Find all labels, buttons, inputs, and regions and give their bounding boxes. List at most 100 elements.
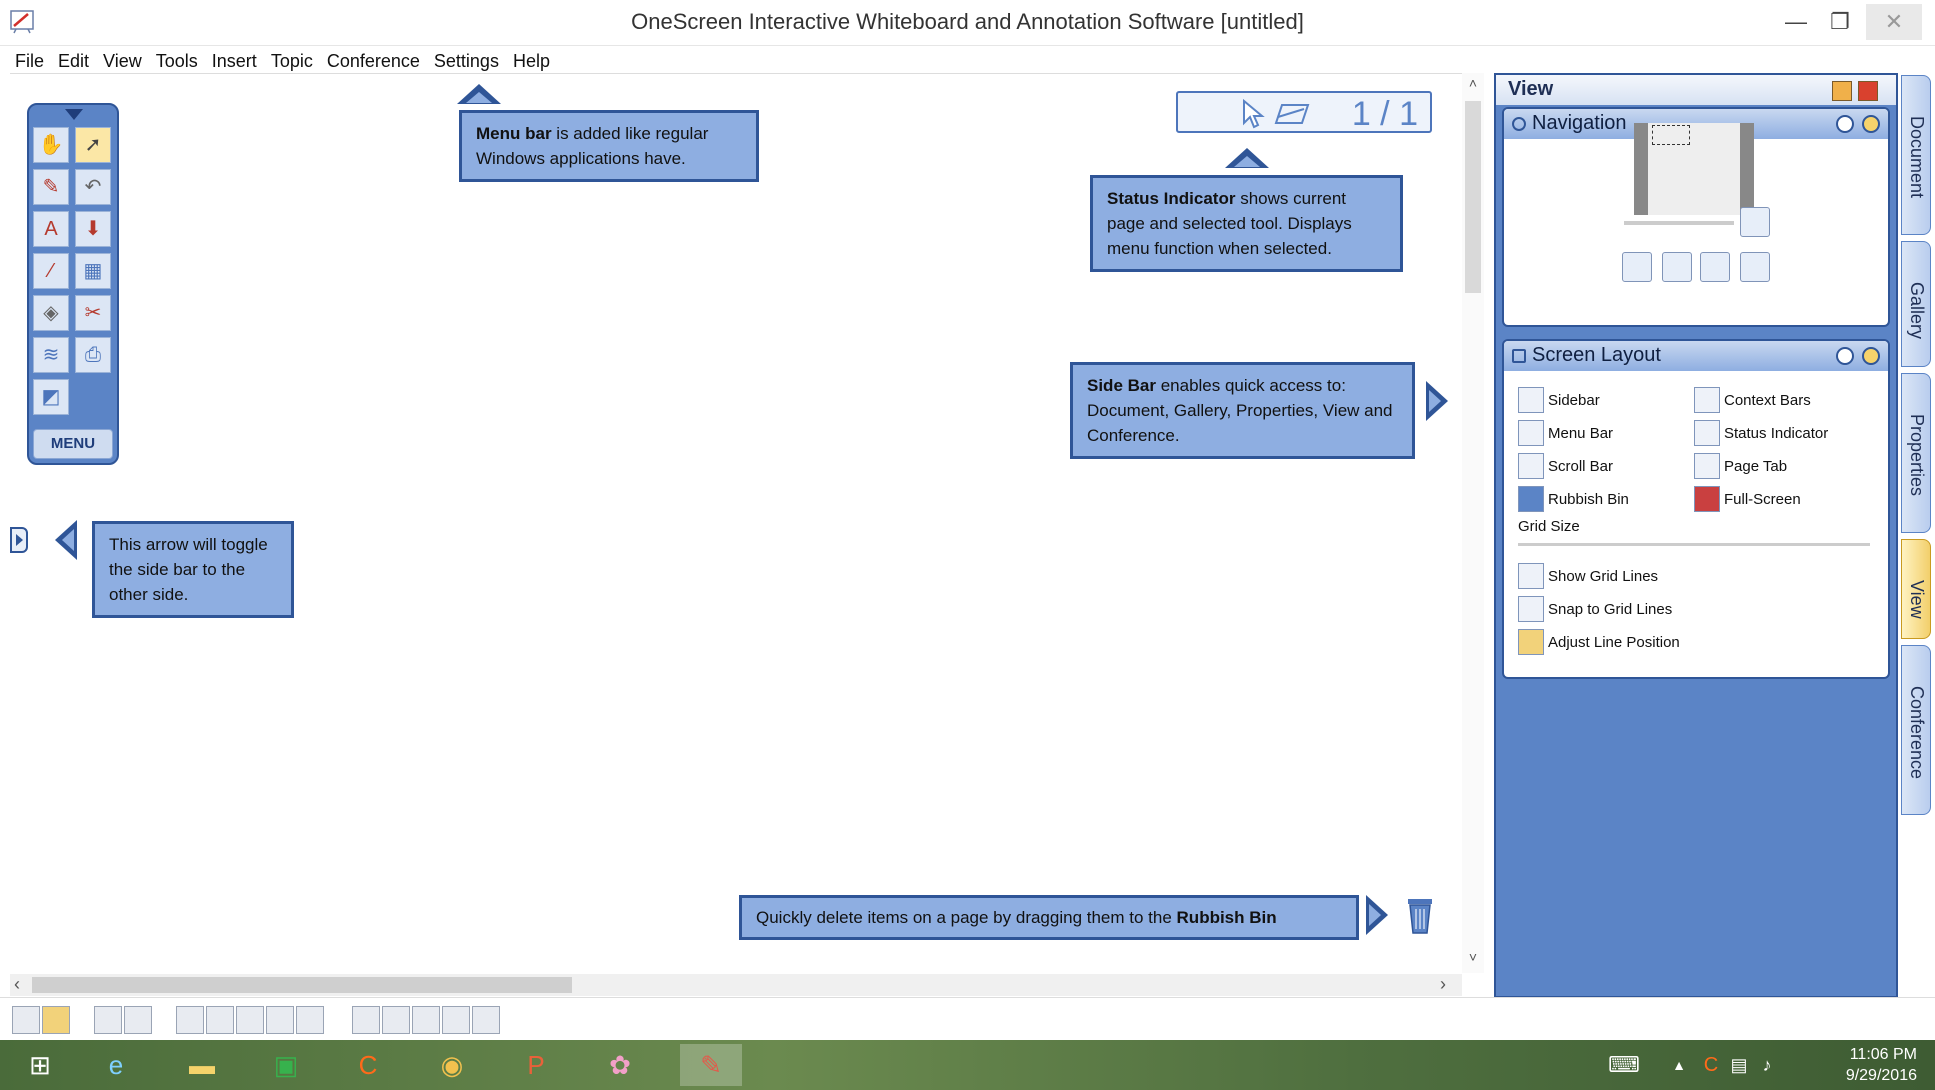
menu-settings[interactable]: Settings <box>427 51 506 72</box>
scroll-left-icon[interactable]: ‹ <box>14 974 20 995</box>
new-page-icon[interactable] <box>12 1006 40 1034</box>
option-menu-bar[interactable]: Menu Bar <box>1518 420 1613 446</box>
orange-app-icon[interactable]: C <box>344 1044 392 1086</box>
pin-icon[interactable] <box>1832 81 1852 101</box>
vertical-scroll-thumb[interactable] <box>1465 101 1481 293</box>
tab-gallery[interactable]: Gallery <box>1901 241 1931 367</box>
ungroup-icon[interactable] <box>382 1006 410 1034</box>
group-icon[interactable] <box>352 1006 380 1034</box>
tab-view[interactable]: View <box>1901 539 1931 639</box>
layers-icon[interactable]: ≋ <box>33 337 69 373</box>
tab-properties[interactable]: Properties <box>1901 373 1931 533</box>
network-icon[interactable]: ▤ <box>1726 1044 1752 1086</box>
screen-layout-header[interactable]: Screen Layout <box>1504 341 1888 371</box>
menu-edit[interactable]: Edit <box>51 51 96 72</box>
zoom-fit-icon[interactable] <box>1740 207 1770 237</box>
show-hidden-icons[interactable]: ▲ <box>1655 1044 1703 1086</box>
scroll-up-icon[interactable]: ˄ <box>1464 75 1482 91</box>
undo-icon[interactable] <box>94 1006 122 1034</box>
layout-collapse-icon[interactable] <box>1862 347 1880 365</box>
menu-tools[interactable]: Tools <box>149 51 205 72</box>
tab-document[interactable]: Document <box>1901 75 1931 235</box>
tab-conference[interactable]: Conference <box>1901 645 1931 815</box>
option-status-indicator[interactable]: Status Indicator <box>1694 420 1828 446</box>
horizontal-scrollbar[interactable]: ‹ › <box>10 974 1462 996</box>
delete-icon[interactable] <box>296 1006 324 1034</box>
zoom-in-icon[interactable] <box>1700 252 1730 282</box>
keyboard-icon[interactable]: ⌨ <box>1600 1044 1648 1086</box>
minimize-button[interactable]: — <box>1774 4 1818 40</box>
option-snap-to-grid[interactable]: Snap to Grid Lines <box>1518 596 1672 622</box>
paste-icon[interactable] <box>236 1006 264 1034</box>
clock[interactable]: 11:06 PM 9/29/2016 <box>1846 1044 1917 1086</box>
volume-icon[interactable]: ♪ <box>1754 1044 1780 1086</box>
option-scroll-bar[interactable]: Scroll Bar <box>1518 453 1613 479</box>
toolbox-collapse-icon[interactable] <box>65 109 83 120</box>
pointer-icon[interactable]: ➚ <box>75 127 111 163</box>
option-rubbish-bin[interactable]: Rubbish Bin <box>1518 486 1629 512</box>
navigation-collapse-icon[interactable] <box>1862 115 1880 133</box>
grid-icon[interactable] <box>472 1006 500 1034</box>
insert-icon[interactable]: ⬇ <box>75 211 111 247</box>
cut-icon[interactable] <box>176 1006 204 1034</box>
pen-icon[interactable]: ✎ <box>33 169 69 205</box>
menu-file[interactable]: File <box>8 51 51 72</box>
panel-close-icon[interactable] <box>1858 81 1878 101</box>
menu-view[interactable]: View <box>96 51 149 72</box>
horizontal-scroll-thumb[interactable] <box>32 977 572 993</box>
text-pen-icon[interactable]: A <box>33 211 69 247</box>
option-page-tab[interactable]: Page Tab <box>1694 453 1787 479</box>
shapes-icon[interactable]: ◩ <box>33 379 69 415</box>
highlighter-icon[interactable]: ⁄ <box>33 253 69 289</box>
scroll-right-icon[interactable]: › <box>1440 974 1446 995</box>
toolbox-menu-button[interactable]: MENU <box>33 429 113 459</box>
rubbish-bin-icon[interactable] <box>1405 895 1435 935</box>
zoom-reset-icon[interactable] <box>1662 252 1692 282</box>
navigation-page-thumbnail[interactable] <box>1634 123 1754 215</box>
duplicate-icon[interactable] <box>266 1006 294 1034</box>
layout-settings-icon[interactable] <box>1836 347 1854 365</box>
start-icon[interactable]: ⊞ <box>16 1044 64 1086</box>
close-button[interactable]: ✕ <box>1866 4 1922 40</box>
menu-insert[interactable]: Insert <box>205 51 264 72</box>
eraser-icon[interactable]: ◈ <box>33 295 69 331</box>
vertical-scrollbar[interactable]: ˄ ˅ <box>1462 73 1484 973</box>
tray-app-icon[interactable]: C <box>1698 1044 1724 1086</box>
new-page-template-icon[interactable] <box>42 1006 70 1034</box>
flip-icon[interactable] <box>412 1006 440 1034</box>
navigation-zoom-slider[interactable] <box>1624 221 1734 225</box>
menu-help[interactable]: Help <box>506 51 557 72</box>
option-show-grid-lines[interactable]: Show Grid Lines <box>1518 563 1658 589</box>
zoom-width-icon[interactable] <box>1740 252 1770 282</box>
onescreen-taskbar-icon[interactable]: ✎ <box>680 1044 742 1086</box>
option-full-screen[interactable]: Full-Screen <box>1694 486 1801 512</box>
hand-icon[interactable]: ✋ <box>33 127 69 163</box>
gallery-icon[interactable]: ▦ <box>75 253 111 289</box>
redo-icon[interactable] <box>124 1006 152 1034</box>
powerpoint-icon[interactable]: P <box>512 1044 560 1086</box>
print-icon[interactable]: ⎙ <box>75 337 111 373</box>
navigation-settings-icon[interactable] <box>1836 115 1854 133</box>
grid-size-slider[interactable] <box>1518 543 1870 546</box>
paint-icon[interactable]: ✿ <box>596 1044 644 1086</box>
scroll-down-icon[interactable]: ˅ <box>1464 949 1482 965</box>
file-explorer-icon[interactable]: ▬ <box>178 1044 226 1086</box>
zoom-out-icon[interactable] <box>1622 252 1652 282</box>
menu-topic[interactable]: Topic <box>264 51 320 72</box>
option-context-bars[interactable]: Context Bars <box>1694 387 1811 413</box>
internet-explorer-icon[interactable]: e <box>92 1044 140 1086</box>
undo-icon[interactable]: ↶ <box>75 169 111 205</box>
fill-icon[interactable]: ✂ <box>75 295 111 331</box>
store-icon[interactable]: ▣ <box>262 1044 310 1086</box>
status-indicator[interactable]: 1 / 1 <box>1176 91 1432 133</box>
menu-conference[interactable]: Conference <box>320 51 427 72</box>
chrome-icon[interactable]: ◉ <box>428 1044 476 1086</box>
floating-toolbox[interactable]: ✋ ➚ ✎ ↶ A ⬇ ⁄ ▦ ◈ ✂ ≋ ⎙ ◩ MENU <box>27 103 119 465</box>
copy-icon[interactable] <box>206 1006 234 1034</box>
option-sidebar[interactable]: Sidebar <box>1518 387 1600 413</box>
rotate-icon[interactable] <box>442 1006 470 1034</box>
option-adjust-line-position[interactable]: Adjust Line Position <box>1518 629 1680 655</box>
restore-button[interactable]: ❐ <box>1818 4 1862 40</box>
navigation-viewport-box[interactable] <box>1652 125 1690 145</box>
sidebar-toggle-button[interactable] <box>10 527 28 553</box>
